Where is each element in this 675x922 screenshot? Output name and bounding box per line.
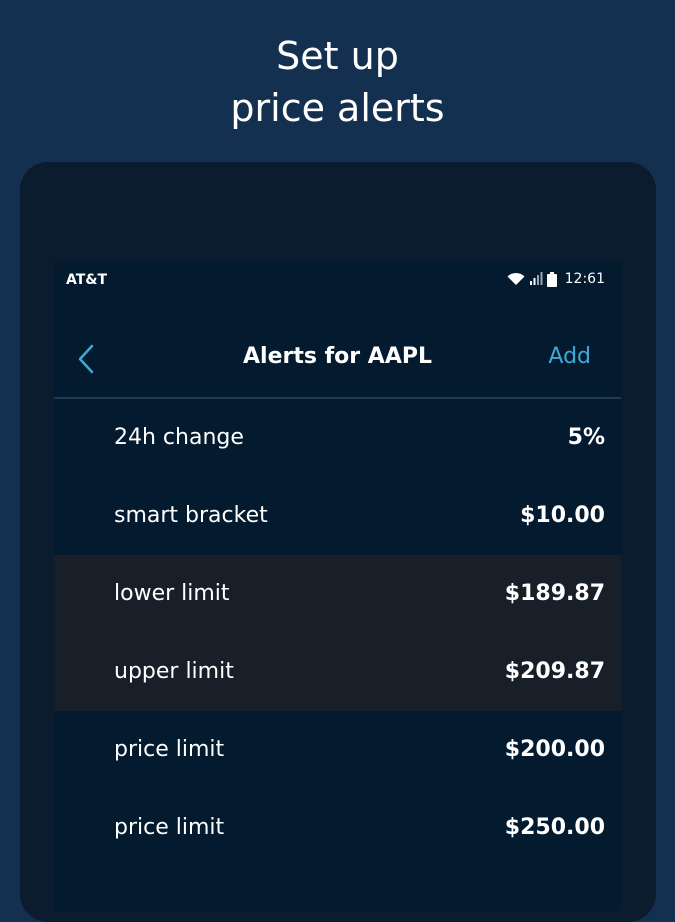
alert-label: price limit: [114, 815, 225, 840]
nav-bar: Alerts for AAPL Add: [54, 319, 621, 399]
alert-value: $209.87: [504, 659, 605, 684]
alert-row-24h-change[interactable]: 24h change 5%: [54, 399, 621, 477]
status-icons: 12:61: [507, 271, 605, 287]
alert-row-price-limit[interactable]: price limit $250.00: [54, 789, 621, 867]
signal-icon: [529, 272, 543, 285]
promo-title-line-1: Set up: [276, 34, 399, 78]
status-time: 12:61: [564, 271, 605, 287]
promo-title-line-2: price alerts: [230, 86, 445, 130]
page-title: Alerts for AAPL: [243, 344, 432, 369]
alert-label: upper limit: [114, 659, 234, 684]
app-screen: AT&T 12:61 Alerts for AAPL Add 24h chang…: [54, 261, 621, 911]
alert-value: $200.00: [504, 737, 605, 762]
alert-value: 5%: [567, 425, 605, 450]
alert-value: $189.87: [504, 581, 605, 606]
alert-row-upper-limit[interactable]: upper limit $209.87: [54, 633, 621, 711]
alert-value: $250.00: [504, 815, 605, 840]
alert-value: $10.00: [520, 503, 605, 528]
alert-label: price limit: [114, 737, 225, 762]
status-bar: AT&T 12:61: [54, 261, 621, 301]
add-alert-button[interactable]: Add: [548, 344, 591, 369]
battery-icon: [546, 271, 557, 287]
promo-title: Set up price alerts: [0, 30, 675, 134]
alert-label: 24h change: [114, 425, 244, 450]
alert-label: smart bracket: [114, 503, 268, 528]
wifi-icon: [507, 272, 525, 285]
carrier-label: AT&T: [66, 272, 108, 288]
alert-row-smart-bracket[interactable]: smart bracket $10.00: [54, 477, 621, 555]
alert-row-lower-limit[interactable]: lower limit $189.87: [54, 555, 621, 633]
alert-row-price-limit[interactable]: price limit $200.00: [54, 711, 621, 789]
alert-label: lower limit: [114, 581, 230, 606]
alert-list: 24h change 5% smart bracket $10.00 lower…: [54, 399, 621, 867]
